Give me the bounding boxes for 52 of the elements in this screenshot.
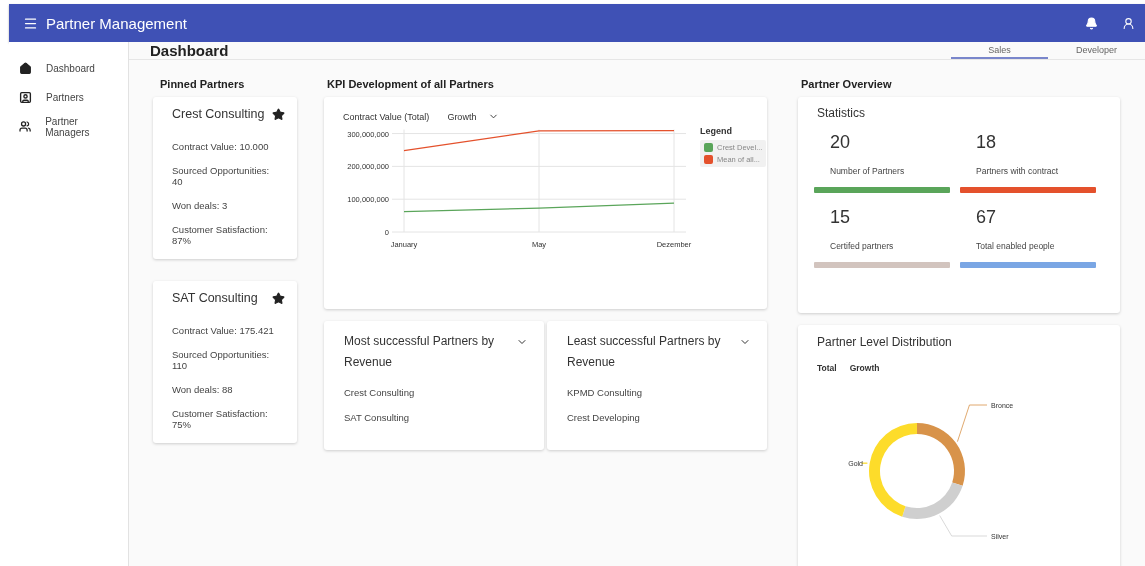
partner-fact: Sourced Opportunities: 110 — [172, 349, 271, 371]
partner-fact: Sourced Opportunities: 40 — [172, 165, 271, 187]
section-title: KPI Development of all Partners — [326, 76, 495, 92]
card-title: Partner Level Distribution — [817, 335, 953, 349]
partner-name: SAT Consulting — [172, 291, 258, 305]
app-title: Partner Management — [46, 14, 188, 32]
view-toggle[interactable]: Growth — [849, 363, 880, 373]
section-title: Pinned Partners — [159, 76, 246, 92]
partner-list-item[interactable]: KPMD Consulting — [567, 387, 751, 398]
partner-list-item[interactable]: SAT Consulting — [344, 412, 528, 423]
tab[interactable]: Sales — [951, 42, 1048, 59]
stat-value: 67 — [975, 205, 998, 229]
metric-label: Contract Value (Total) — [343, 111, 430, 122]
user-icon[interactable] — [1122, 16, 1135, 30]
partner-fact: Customer Satisfaction: 75% — [172, 408, 269, 430]
home-icon — [19, 62, 32, 75]
partner-fact: Contract Value: 175.421 — [172, 325, 275, 336]
stat-label: Number of Partners — [829, 166, 906, 176]
leader-line — [939, 515, 988, 537]
sidebar-item[interactable]: Partner Managers — [9, 112, 128, 141]
mode-dropdown[interactable]: Growth — [447, 111, 500, 122]
partner-name: Crest Consulting — [172, 107, 265, 121]
contact-card-icon — [19, 91, 32, 104]
people-icon — [19, 120, 32, 133]
card-title: Least successful Partners by Revenue — [567, 333, 722, 371]
sidebar-item[interactable]: Dashboard — [9, 54, 128, 83]
star-icon[interactable] — [272, 107, 285, 121]
view-toggle[interactable]: Total — [817, 363, 837, 373]
section-title: Partner Overview — [800, 76, 893, 92]
partner-list-item[interactable]: Crest Developing — [567, 412, 751, 423]
legend-title: Legend — [700, 126, 733, 136]
stat-value: 18 — [975, 130, 998, 154]
sidebar-item[interactable]: Partners — [9, 83, 128, 112]
card-title: Statistics — [817, 106, 866, 120]
tab[interactable]: Developer — [1048, 42, 1145, 59]
partner-fact: Won deals: 88 — [172, 384, 234, 395]
menu-icon[interactable] — [23, 15, 38, 31]
bell-icon[interactable] — [1085, 16, 1098, 30]
page-title: Dashboard — [150, 42, 230, 59]
stat-label: Total enabled people — [975, 241, 1056, 251]
leader-line — [861, 462, 868, 464]
card-title: Most successful Partners by Revenue — [344, 333, 496, 371]
stat-value: 20 — [829, 130, 852, 154]
partner-fact: Won deals: 3 — [172, 200, 229, 211]
partner-fact: Customer Satisfaction: 87% — [172, 224, 269, 246]
leader-line — [957, 404, 988, 442]
stat-value: 15 — [829, 205, 852, 229]
partner-list-item[interactable]: Crest Consulting — [344, 387, 528, 398]
star-icon[interactable] — [272, 291, 285, 305]
stat-label: Certifed partners — [829, 241, 895, 251]
partner-fact: Contract Value: 10.000 — [172, 141, 270, 152]
stat-label: Partners with contract — [975, 166, 1060, 176]
